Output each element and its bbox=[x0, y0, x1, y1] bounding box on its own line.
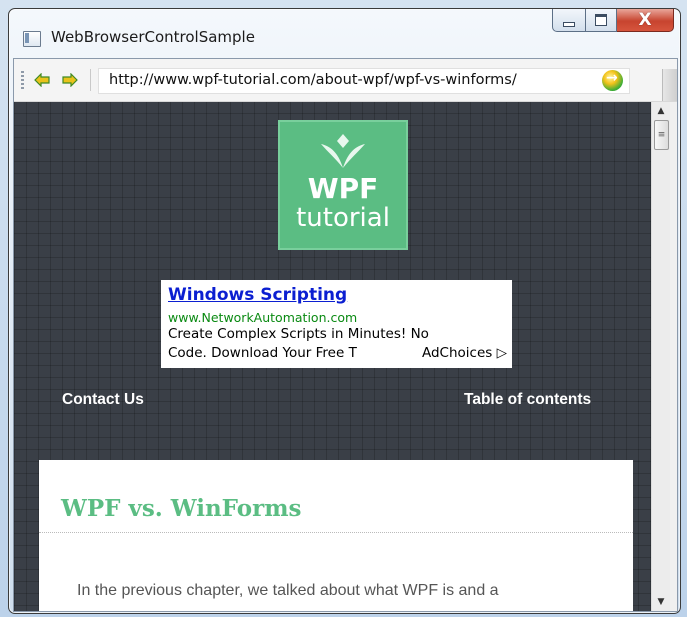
go-icon[interactable] bbox=[602, 70, 623, 91]
title-divider bbox=[39, 532, 633, 533]
ad-url[interactable]: www.NetworkAutomation.com bbox=[168, 310, 357, 325]
maximize-button[interactable] bbox=[586, 9, 617, 32]
scroll-thumb-grip-icon: ≡ bbox=[657, 130, 666, 140]
back-arrow-icon bbox=[34, 73, 50, 87]
nav-link-contact-us[interactable]: Contact Us bbox=[62, 391, 144, 409]
address-input[interactable]: http://www.wpf-tutorial.com/about-wpf/wp… bbox=[109, 72, 551, 88]
web-viewport[interactable]: WPF tutorial Windows Scripting www.Netwo… bbox=[14, 102, 651, 611]
maximize-icon bbox=[595, 14, 607, 26]
browser-toolbar: http://www.wpf-tutorial.com/about-wpf/wp… bbox=[14, 59, 677, 102]
article-paragraph: In the previous chapter, we talked about… bbox=[77, 582, 499, 599]
scroll-up-icon[interactable]: ▲ bbox=[652, 102, 670, 120]
window-title: WebBrowserControlSample bbox=[51, 28, 255, 46]
article-content: WPF vs. WinForms In the previous chapter… bbox=[39, 460, 633, 611]
leaf-logo-icon bbox=[321, 134, 365, 168]
window-controls: X bbox=[552, 9, 674, 33]
ad-title-link[interactable]: Windows Scripting bbox=[168, 285, 347, 305]
close-icon: X bbox=[638, 9, 652, 30]
forward-button[interactable] bbox=[59, 70, 81, 90]
ad-choices-icon: ▷ bbox=[496, 345, 507, 361]
toolbar-separator bbox=[90, 69, 91, 91]
ad-banner[interactable]: Windows Scripting www.NetworkAutomation.… bbox=[161, 280, 512, 368]
scroll-down-icon[interactable]: ▼ bbox=[652, 593, 670, 611]
ad-choices-link[interactable]: AdChoices ▷ bbox=[419, 345, 507, 361]
toolbar-overflow-button[interactable] bbox=[662, 69, 677, 101]
forward-arrow-icon bbox=[62, 73, 78, 87]
title-bar[interactable]: WebBrowserControlSample X bbox=[9, 9, 680, 57]
close-button[interactable]: X bbox=[617, 9, 674, 32]
app-window-icon bbox=[23, 31, 41, 47]
vertical-scrollbar[interactable]: ▲ ≡ ▼ bbox=[651, 102, 670, 611]
article-title: WPF vs. WinForms bbox=[61, 495, 302, 522]
client-area: http://www.wpf-tutorial.com/about-wpf/wp… bbox=[13, 58, 678, 612]
back-button[interactable] bbox=[31, 70, 53, 90]
nav-link-table-of-contents[interactable]: Table of contents bbox=[464, 391, 591, 409]
app-window: WebBrowserControlSample X http://www.wpf… bbox=[8, 8, 681, 614]
ad-choices-label: AdChoices bbox=[421, 345, 493, 361]
minimize-icon bbox=[563, 21, 575, 27]
ad-text-line-1: Create Complex Scripts in Minutes! No bbox=[168, 326, 429, 342]
ad-text-line-2: Code. Download Your Free T bbox=[168, 345, 357, 361]
site-logo[interactable]: WPF tutorial bbox=[278, 120, 408, 250]
minimize-button[interactable] bbox=[552, 9, 586, 32]
logo-text-wpf: WPF bbox=[307, 172, 379, 205]
toolbar-grip-icon[interactable] bbox=[21, 71, 24, 89]
scroll-thumb[interactable]: ≡ bbox=[654, 120, 669, 150]
logo-text-tutorial: tutorial bbox=[296, 203, 390, 233]
address-bar[interactable]: http://www.wpf-tutorial.com/about-wpf/wp… bbox=[98, 68, 630, 94]
